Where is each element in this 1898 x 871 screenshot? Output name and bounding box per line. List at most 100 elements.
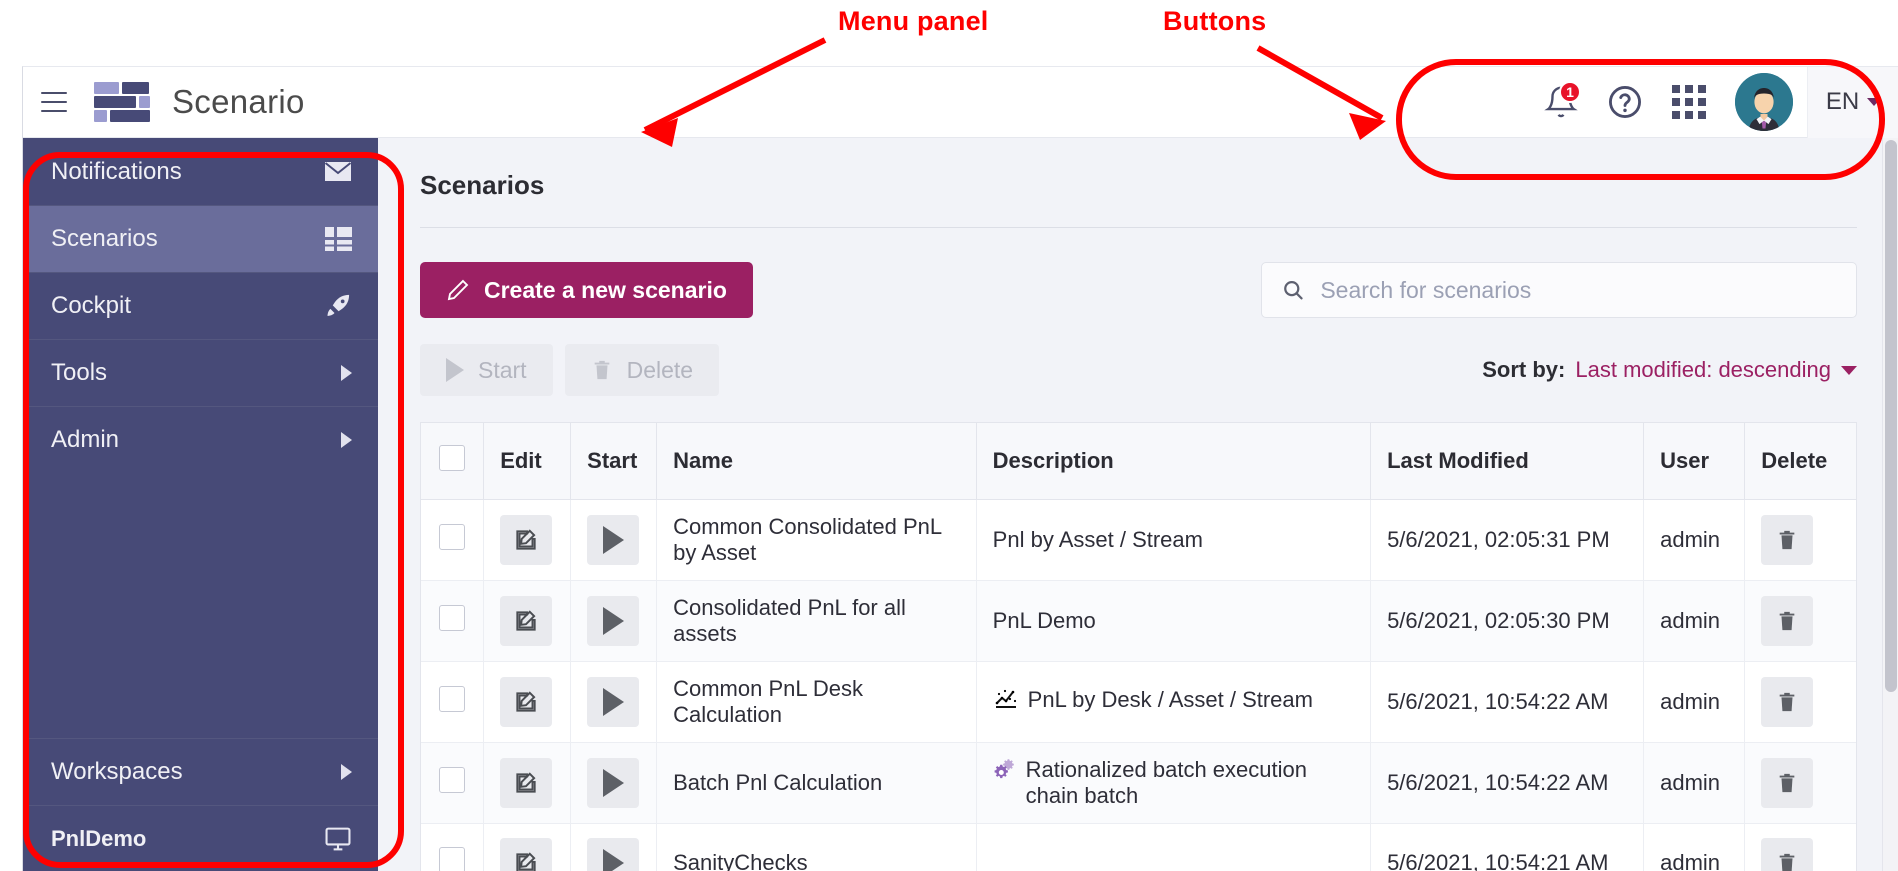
row-delete-cell [1744, 499, 1856, 581]
row-modified-cell: 5/6/2021, 10:54:21 AM [1370, 823, 1645, 871]
edit-pencil-icon [516, 610, 536, 631]
row-start-cell [570, 499, 658, 581]
edit-pencil-icon [516, 529, 536, 550]
notification-badge: 1 [1559, 80, 1581, 103]
start-row-button[interactable] [587, 515, 640, 565]
row-checkbox[interactable] [439, 524, 466, 550]
page-title: Scenarios [420, 170, 545, 200]
th-start: Start [570, 423, 658, 500]
start-row-button[interactable] [587, 838, 640, 871]
row-checkbox[interactable] [439, 767, 466, 793]
row-checkbox[interactable] [439, 847, 466, 871]
row-name-cell: Common Consolidated PnL by Asset [656, 499, 977, 581]
start-button-label: Start [478, 356, 527, 383]
delete-row-button[interactable] [1761, 515, 1814, 565]
sidebar-item-cockpit[interactable]: Cockpit [23, 272, 378, 339]
row-select-cell [421, 742, 485, 824]
th-delete: Delete [1744, 423, 1856, 500]
row-delete-cell [1744, 823, 1856, 871]
table-row[interactable]: SanityChecks 5/6/2021, 10:54:21 AM admin [421, 823, 1856, 871]
play-icon [602, 607, 624, 635]
search-input[interactable] [1320, 276, 1836, 304]
play-icon [602, 526, 624, 554]
start-row-button[interactable] [587, 677, 640, 727]
delete-row-button[interactable] [1761, 596, 1814, 646]
hamburger-menu-icon[interactable] [41, 92, 67, 112]
chevron-down-icon[interactable] [1841, 365, 1857, 375]
search-container[interactable] [1261, 262, 1857, 318]
row-select-cell [421, 661, 485, 743]
sidebar-item-scenarios[interactable]: Scenarios [23, 205, 391, 272]
row-name-cell: Consolidated PnL for all assets [656, 580, 977, 662]
start-row-button[interactable] [587, 596, 640, 646]
apps-grid-icon [1672, 85, 1706, 119]
trash-icon [1779, 853, 1795, 871]
app-title: Scenario [172, 83, 305, 120]
delete-button[interactable]: Delete [564, 344, 720, 396]
sidebar-item-label: Notifications [51, 157, 182, 185]
sidebar-item-label: Tools [51, 359, 108, 386]
start-row-button[interactable] [587, 758, 640, 808]
create-scenario-button[interactable]: Create a new scenario [420, 262, 753, 318]
caret-right-icon [322, 759, 352, 785]
th-last-modified: Last Modified [1370, 423, 1645, 500]
sidebar-item-admin[interactable]: Admin [23, 406, 378, 473]
row-user-cell: admin [1643, 580, 1746, 662]
table-row[interactable]: Common Consolidated PnL by Asset Pnl by A… [421, 499, 1856, 581]
user-avatar[interactable] [1735, 73, 1793, 131]
select-all-checkbox[interactable] [439, 445, 466, 471]
delete-row-button[interactable] [1761, 758, 1814, 808]
row-delete-cell [1744, 661, 1856, 743]
delete-row-button[interactable] [1761, 677, 1814, 727]
edit-row-button[interactable] [500, 758, 553, 808]
language-selector[interactable]: EN [1807, 67, 1898, 138]
row-start-cell [570, 742, 658, 824]
sidebar-item-label: PnlDemo [51, 826, 147, 851]
table-row[interactable]: Consolidated PnL for all assets PnL Demo 5… [421, 580, 1856, 662]
app-logo-icon [94, 80, 150, 124]
notifications-bell-button[interactable]: 1 [1529, 67, 1593, 138]
menu-panel: Notifications Scenarios Cockpit Tools Ad… [23, 138, 391, 871]
title-divider [420, 227, 1857, 228]
sidebar-item-notifications[interactable]: Notifications [23, 138, 378, 205]
row-description-text: Rationalized batch execution chain batch [1025, 757, 1307, 808]
edit-pencil-icon [516, 852, 536, 871]
sidebar-item-workspaces[interactable]: Workspaces [23, 738, 378, 805]
caret-right-icon [322, 360, 352, 386]
row-edit-cell [483, 580, 572, 662]
table-grid-icon [322, 226, 352, 252]
avatar-icon [1735, 73, 1793, 131]
edit-row-button[interactable] [500, 677, 553, 727]
edit-pencil-icon [516, 691, 536, 712]
trash-icon [594, 360, 609, 380]
scenarios-table-wrapper: Edit Start Name Description Last Modifie… [420, 422, 1857, 871]
delete-row-button[interactable] [1761, 838, 1814, 871]
table-body: Common Consolidated PnL by Asset Pnl by A… [421, 499, 1856, 871]
sidebar-item-pnldemo[interactable]: PnlDemo [23, 805, 378, 871]
sort-value[interactable]: Last modified: descending [1575, 357, 1831, 383]
start-button[interactable]: Start [420, 344, 553, 396]
edit-row-button[interactable] [500, 838, 553, 871]
apps-button[interactable] [1657, 67, 1721, 138]
row-start-cell [570, 823, 658, 871]
row-name-cell: Batch Pnl Calculation [656, 742, 977, 824]
trash-icon [1779, 692, 1795, 712]
row-checkbox[interactable] [439, 605, 466, 631]
edit-row-button[interactable] [500, 596, 553, 646]
row-modified-cell: 5/6/2021, 10:54:22 AM [1370, 661, 1645, 743]
edit-row-button[interactable] [500, 515, 553, 565]
vertical-scrollbar[interactable] [1882, 138, 1898, 871]
create-scenario-label: Create a new scenario [484, 276, 727, 303]
sort-control: Sort by: Last modified: descending [1482, 357, 1857, 383]
table-row[interactable]: Batch Pnl Calculation Rationalized batch … [421, 742, 1856, 824]
language-label: EN [1825, 88, 1860, 115]
help-button[interactable] [1593, 67, 1657, 138]
sort-label: Sort by: [1482, 357, 1566, 382]
sidebar-item-tools[interactable]: Tools [23, 339, 378, 406]
pencil-icon [447, 279, 469, 301]
table-row[interactable]: Common PnL Desk Calculation PnL by Desk /… [421, 661, 1856, 743]
scrollbar-thumb[interactable] [1885, 140, 1897, 692]
row-checkbox[interactable] [439, 686, 466, 712]
row-name-cell: SanityChecks [656, 823, 977, 871]
